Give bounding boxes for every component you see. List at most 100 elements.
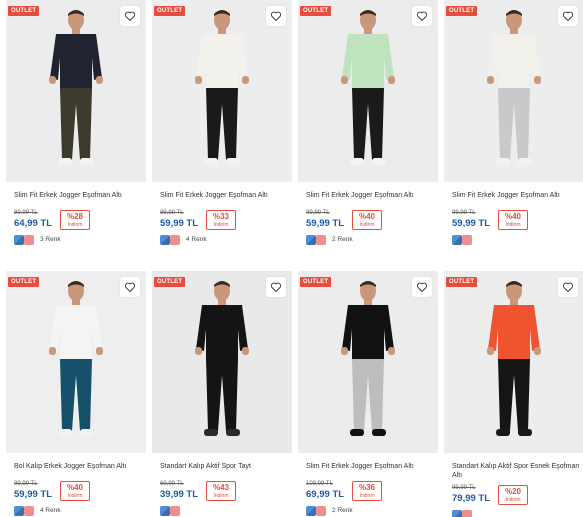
color-swatch[interactable] xyxy=(452,235,462,245)
product-title[interactable]: Slim Fit Erkek Jogger Eşofman Altı xyxy=(160,191,288,200)
product-card[interactable]: OUTLET Slim Fit Erkek Jogger Eşofman Alt… xyxy=(6,0,146,255)
discount-percent: %33 xyxy=(212,212,229,221)
product-title[interactable]: Standart Kalıp Aktif Spor Esnek Eşofman … xyxy=(452,462,580,480)
favorite-button[interactable] xyxy=(120,277,140,297)
outlet-badge: OUTLET xyxy=(8,6,40,16)
heart-icon xyxy=(124,282,136,292)
product-title[interactable]: Slim Fit Erkek Jogger Eşofman Altı xyxy=(306,191,434,200)
discount-badge: %28 İndirim xyxy=(60,210,90,230)
color-count: 4 Renk xyxy=(186,236,207,243)
product-image[interactable]: OUTLET xyxy=(444,271,583,453)
outlet-badge: OUTLET xyxy=(8,277,40,287)
heart-icon xyxy=(416,11,428,21)
product-title[interactable]: Slim Fit Erkek Jogger Eşofman Altı xyxy=(452,191,580,200)
color-swatch[interactable] xyxy=(306,506,316,516)
price-box: 69,99 TL 39,99 TL %43 İndirim xyxy=(160,481,290,505)
price-box: 99,99 TL 59,99 TL %40 İndirim xyxy=(14,481,144,505)
favorite-button[interactable] xyxy=(266,277,286,297)
color-swatch[interactable] xyxy=(170,235,180,245)
favorite-button[interactable] xyxy=(558,277,578,297)
old-price: 99,99 TL xyxy=(14,481,38,487)
product-image[interactable]: OUTLET xyxy=(6,271,146,453)
product-title[interactable]: Bol Kalıp Erkek Jogger Eşofman Altı xyxy=(14,462,142,471)
product-photo[interactable] xyxy=(298,0,438,182)
product-card[interactable]: OUTLET Slim Fit Erkek Jogger Eşofman Alt… xyxy=(298,0,438,255)
product-title[interactable]: Slim Fit Erkek Jogger Eşofman Altı xyxy=(306,462,434,471)
color-swatch[interactable] xyxy=(24,235,34,245)
color-swatch[interactable] xyxy=(316,235,326,245)
product-card[interactable]: OUTLET Standart Kalıp Aktif Spor Esnek E… xyxy=(444,271,583,517)
product-photo[interactable] xyxy=(152,0,292,182)
product-image[interactable]: OUTLET xyxy=(152,0,292,182)
product-card[interactable]: OUTLET Standart Kalıp Aktif Spor Tayt 69… xyxy=(152,271,292,517)
color-swatch[interactable] xyxy=(462,235,472,245)
heart-icon xyxy=(562,11,574,21)
color-count: 3 Renk xyxy=(40,236,61,243)
discount-percent: %43 xyxy=(212,483,229,492)
product-photo[interactable] xyxy=(6,0,146,182)
product-image[interactable]: OUTLET xyxy=(298,0,438,182)
color-swatch[interactable] xyxy=(160,506,170,516)
outlet-badge: OUTLET xyxy=(300,277,332,287)
heart-icon xyxy=(270,11,282,21)
price-box: 89,99 TL 59,99 TL %33 İndirim xyxy=(160,210,290,234)
color-count: 4 Renk xyxy=(40,507,61,514)
old-price: 99,99 TL xyxy=(306,210,330,216)
color-swatch[interactable] xyxy=(170,506,180,516)
discount-badge: %40 İndirim xyxy=(352,210,382,230)
old-price: 109,99 TL xyxy=(306,481,333,487)
discount-label: İndirim xyxy=(213,493,229,499)
product-photo[interactable] xyxy=(444,0,583,182)
current-price: 59,99 TL xyxy=(306,218,345,229)
outlet-badge: OUTLET xyxy=(446,277,478,287)
color-swatch[interactable] xyxy=(24,506,34,516)
product-card[interactable]: OUTLET Slim Fit Erkek Jogger Eşofman Alt… xyxy=(152,0,292,255)
favorite-button[interactable] xyxy=(266,6,286,26)
old-price: 69,99 TL xyxy=(160,481,184,487)
product-image[interactable]: OUTLET xyxy=(6,0,146,182)
discount-badge: %40 İndirim xyxy=(60,481,90,501)
discount-badge: %40 İndirim xyxy=(498,210,528,230)
discount-badge: %43 İndirim xyxy=(206,481,236,501)
product-photo[interactable] xyxy=(6,271,146,453)
heart-icon xyxy=(416,282,428,292)
product-card[interactable]: OUTLET Slim Fit Erkek Jogger Eşofman Alt… xyxy=(298,271,438,517)
product-image[interactable]: OUTLET xyxy=(444,0,583,182)
current-price: 59,99 TL xyxy=(452,218,491,229)
favorite-button[interactable] xyxy=(120,6,140,26)
product-photo[interactable] xyxy=(444,271,583,453)
product-title[interactable]: Slim Fit Erkek Jogger Eşofman Altı xyxy=(14,191,142,200)
color-swatch[interactable] xyxy=(14,235,24,245)
favorite-button[interactable] xyxy=(412,277,432,297)
color-count: 2 Renk xyxy=(332,236,353,243)
product-image[interactable]: OUTLET xyxy=(298,271,438,453)
heart-icon xyxy=(562,282,574,292)
outlet-badge: OUTLET xyxy=(154,6,186,16)
color-swatch[interactable] xyxy=(14,506,24,516)
discount-badge: %20 İndirim xyxy=(498,485,528,505)
current-price: 69,99 TL xyxy=(306,489,345,500)
color-swatch[interactable] xyxy=(306,235,316,245)
product-image[interactable]: OUTLET xyxy=(152,271,292,453)
color-swatch[interactable] xyxy=(316,506,326,516)
heart-icon xyxy=(124,11,136,21)
color-swatch[interactable] xyxy=(160,235,170,245)
favorite-button[interactable] xyxy=(412,6,432,26)
price-box: 99,99 TL 59,99 TL %40 İndirim xyxy=(306,210,436,234)
discount-percent: %40 xyxy=(358,212,375,221)
product-card[interactable]: OUTLET Bol Kalıp Erkek Jogger Eşofman Al… xyxy=(6,271,146,517)
current-price: 59,99 TL xyxy=(14,489,53,500)
color-swatch[interactable] xyxy=(452,510,462,517)
old-price: 89,99 TL xyxy=(160,210,184,216)
product-title[interactable]: Standart Kalıp Aktif Spor Tayt xyxy=(160,462,288,471)
product-card[interactable]: OUTLET Slim Fit Erkek Jogger Eşofman Alt… xyxy=(444,0,583,255)
product-photo[interactable] xyxy=(298,271,438,453)
product-photo[interactable] xyxy=(152,271,292,453)
discount-percent: %20 xyxy=(504,487,521,496)
color-swatch[interactable] xyxy=(462,510,472,517)
discount-badge: %33 İndirim xyxy=(206,210,236,230)
favorite-button[interactable] xyxy=(558,6,578,26)
old-price: 99,99 TL xyxy=(452,210,476,216)
price-box: 99,99 TL 59,99 TL %40 İndirim xyxy=(452,210,582,234)
old-price: 89,99 TL xyxy=(14,210,38,216)
